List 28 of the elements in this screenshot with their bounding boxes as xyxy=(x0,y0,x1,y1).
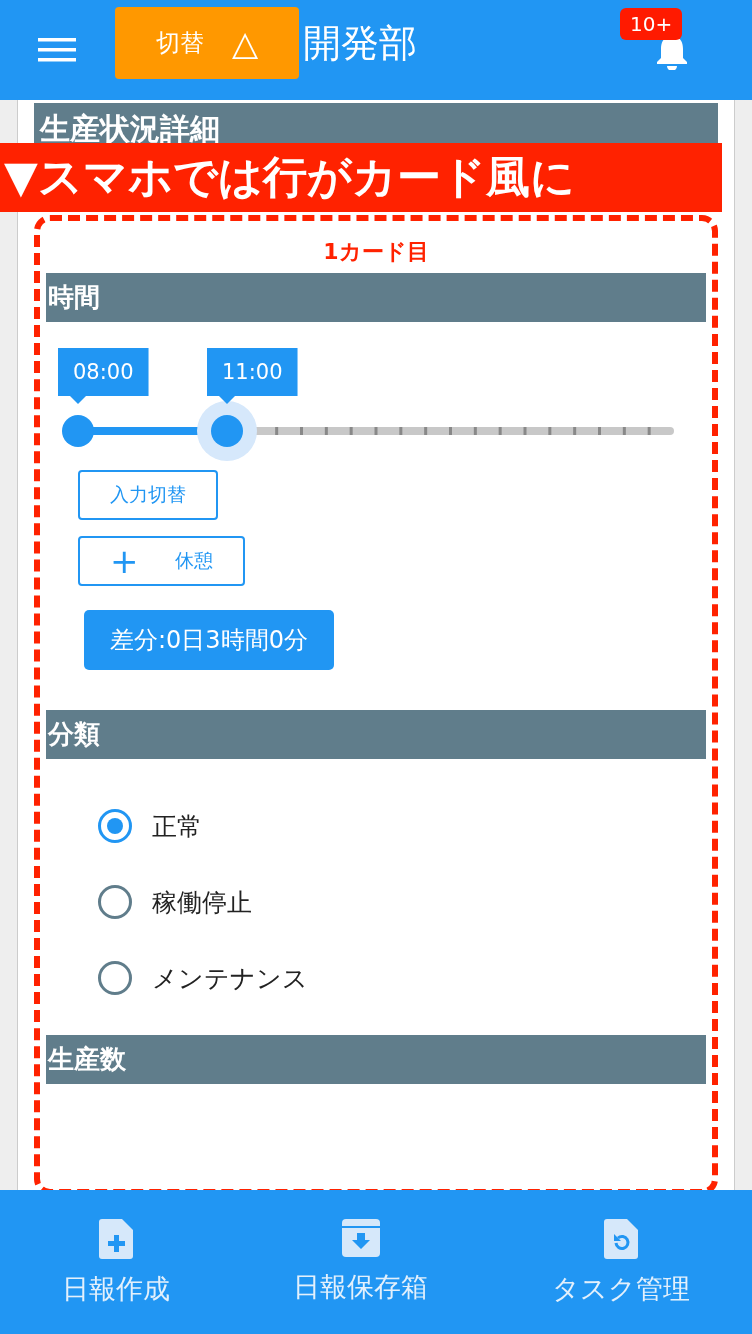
section-header: 生産数 xyxy=(46,1035,706,1084)
difference-label: 差分:0日3時間0分 xyxy=(84,610,334,670)
input-switch-button[interactable]: 入力切替 xyxy=(78,470,218,520)
department-title: 開発部 xyxy=(303,19,417,67)
menu-icon[interactable] xyxy=(38,37,76,63)
radio-option[interactable]: 正常 xyxy=(98,809,706,843)
card-caption: 1カード目 xyxy=(322,238,430,266)
switch-button[interactable]: 切替 △ xyxy=(115,7,299,79)
radio-option[interactable]: 稼働停止 xyxy=(98,885,706,919)
banner: ▼スマホでは行がカード風に xyxy=(0,143,722,212)
radio-button[interactable] xyxy=(98,885,132,919)
slider-thumb[interactable] xyxy=(197,401,257,461)
notification-badge: 10+ xyxy=(620,8,683,40)
radio-button[interactable] xyxy=(98,809,132,843)
radio-option[interactable]: メンテナンス xyxy=(98,961,706,995)
document-refresh-icon xyxy=(604,1219,639,1259)
value-tooltip: 11:00 xyxy=(207,348,298,404)
radio-button[interactable] xyxy=(98,961,132,995)
value-tooltip: 08:00 xyxy=(58,348,149,404)
nav-item[interactable]: 日報作成 xyxy=(55,1218,176,1308)
nav-item[interactable]: タスク管理 xyxy=(546,1218,697,1308)
document-plus-icon xyxy=(98,1219,133,1259)
section-header: 分類 xyxy=(46,710,706,759)
slider-thumb[interactable] xyxy=(62,415,94,447)
section-header: 時間 xyxy=(46,273,706,322)
add-break-button[interactable]: + 休憩 xyxy=(78,536,245,586)
archive-download-icon xyxy=(342,1219,380,1257)
nav-item[interactable]: 日報保存箱 xyxy=(287,1218,435,1306)
